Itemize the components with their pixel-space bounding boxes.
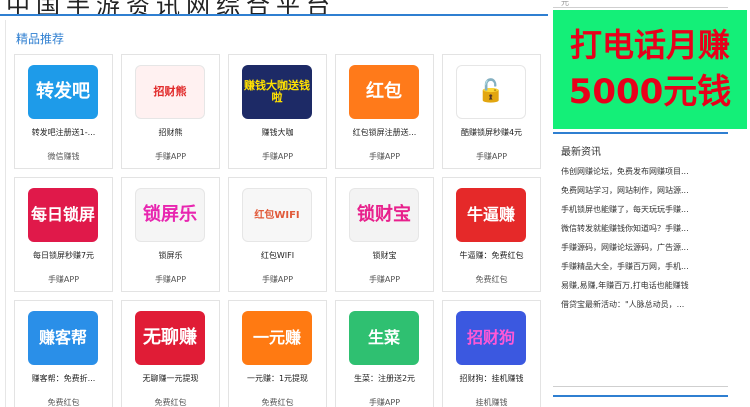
news-item[interactable]: 微信转发就能赚钱你知道吗？手赚... [561, 219, 719, 238]
app-name[interactable]: 锁财宝 [338, 250, 431, 261]
news-item[interactable]: 易赚,易赚,年赚百万,打电话也能赚钱 [561, 276, 719, 295]
app-card[interactable]: 每日锁屏每日锁屏秒赚7元 手赚APP [14, 177, 113, 292]
app-category: 手赚APP [47, 275, 80, 284]
app-name[interactable]: 招财狗：挂机赚钱 [445, 373, 538, 384]
app-thumbnail[interactable]: 🔓 [456, 65, 526, 119]
news-accent-bar [553, 132, 728, 134]
app-card[interactable]: 赚客帮赚客帮：免费折... 免费红包 [14, 300, 113, 407]
divider [553, 386, 728, 387]
app-category: 手赚APP [154, 275, 187, 284]
app-card[interactable]: 赚钱大咖送钱啦赚钱大咖手赚APP [228, 54, 327, 169]
app-card[interactable]: 一元赚一元赚：1元提现 免费红包 [228, 300, 327, 407]
app-name[interactable]: 锁屏乐 [124, 250, 217, 261]
app-name[interactable]: 转发吧注册送1-... [17, 127, 110, 138]
app-name[interactable]: 赚客帮：免费折... [17, 373, 110, 384]
app-thumbnail[interactable]: 赚钱大咖送钱啦 [242, 65, 312, 119]
app-thumbnail[interactable]: 牛逼赚 [456, 188, 526, 242]
app-thumbnail[interactable]: 锁财宝 [349, 188, 419, 242]
app-thumbnail[interactable]: 红包 [349, 65, 419, 119]
app-card[interactable]: 红包红包锁屏注册送... 手赚APP [335, 54, 434, 169]
news-item[interactable]: 手赚精品大全，手赚百万网，手机... [561, 257, 719, 276]
ad-banner-line2: 5000元钱 [568, 72, 732, 112]
app-thumbnail[interactable]: 赚客帮 [28, 311, 98, 365]
app-name[interactable]: 一元赚：1元提现 [231, 373, 324, 384]
app-card[interactable]: 红包WIFI 红包WIFI 手赚APP [228, 177, 327, 292]
app-category: 手赚APP [368, 398, 401, 407]
app-name[interactable]: 红包WIFI [231, 250, 324, 261]
app-card[interactable]: 牛逼赚牛逼赚：免费红包 免费红包 [442, 177, 541, 292]
app-name[interactable]: 赚钱大咖 [231, 127, 324, 138]
app-name[interactable]: 酷赚锁屏秒赚4元 [445, 127, 538, 138]
news-item[interactable]: 免费网站学习，网站制作，网站源... [561, 181, 719, 200]
top-accent-bar [0, 14, 548, 16]
app-category: 挂机赚钱 [475, 398, 508, 407]
app-category: 免费红包 [475, 275, 508, 284]
app-category: 手赚APP [368, 275, 401, 284]
app-thumbnail[interactable]: 招财熊 [135, 65, 205, 119]
app-card[interactable]: 招财熊 招财熊 手赚APP [121, 54, 220, 169]
app-category: 手赚APP [261, 152, 294, 161]
news-item[interactable]: 借贷宝最新活动："人脉总动员，... [561, 295, 719, 314]
sidebar-top-text: 元 [553, 0, 728, 8]
app-card[interactable]: 转发吧转发吧注册送1-... 微信赚钱 [14, 54, 113, 169]
app-category: 手赚APP [261, 275, 294, 284]
top-banner-strip: 中国手游资讯网综合平台 [0, 0, 548, 16]
app-card[interactable]: 🔓 酷赚锁屏秒赚4元 手赚APP [442, 54, 541, 169]
ad-banner-line1: 打电话月赚 [569, 26, 730, 64]
recommended-section: 精品推荐 转发吧 转发吧注册送1-... 微信赚钱 招财熊 招财熊 手赚APP 赚钱大咖送钱… [5, 20, 548, 407]
ad-banner[interactable]: 打电话月赚 5000元钱 [553, 10, 747, 129]
app-thumbnail[interactable]: 锁屏乐 [135, 188, 205, 242]
app-category: 手赚APP [154, 152, 187, 161]
app-category: 免费红包 [154, 398, 187, 407]
section-title: 精品推荐 [16, 32, 65, 46]
app-name[interactable]: 每日锁屏秒赚7元 [17, 250, 110, 261]
news-item[interactable]: 手机锁屏也能赚了，每天玩玩手赚... [561, 200, 719, 219]
app-category: 微信赚钱 [47, 152, 80, 161]
app-category: 免费红包 [261, 398, 294, 407]
app-card[interactable]: 锁屏乐 锁屏乐 手赚APP [121, 177, 220, 292]
app-category: 免费红包 [47, 398, 80, 407]
news-list: 伟创网赚论坛，免费发布网赚项目... 免费网站学习，网站制作，网站源... 手机锁屏… [561, 162, 719, 314]
news-title: 最新资讯 [561, 147, 601, 158]
app-name[interactable]: 招财熊 [124, 127, 217, 138]
app-card[interactable]: 无聊赚无聊赚一元提现 免费红包 [121, 300, 220, 407]
app-category: 手赚APP [475, 152, 508, 161]
app-card[interactable]: 锁财宝 锁财宝 手赚APP [335, 177, 434, 292]
app-name[interactable]: 牛逼赚：免费红包 [445, 250, 538, 261]
app-name[interactable]: 红包锁屏注册送... [338, 127, 431, 138]
news-item[interactable]: 手赚源码，网赚论坛源码，广告源... [561, 238, 719, 257]
app-card[interactable]: 生菜生菜：注册送2元 手赚APP [335, 300, 434, 407]
app-card[interactable]: 招财狗招财狗：挂机赚钱 挂机赚钱 [442, 300, 541, 407]
app-category: 手赚APP [368, 152, 401, 161]
app-thumbnail[interactable]: 一元赚 [242, 311, 312, 365]
app-thumbnail[interactable]: 生菜 [349, 311, 419, 365]
app-thumbnail[interactable]: 每日锁屏 [28, 188, 98, 242]
app-thumbnail[interactable]: 红包WIFI [242, 188, 312, 242]
app-name[interactable]: 生菜：注册送2元 [338, 373, 431, 384]
app-thumbnail[interactable]: 无聊赚 [135, 311, 205, 365]
app-thumbnail[interactable]: 招财狗 [456, 311, 526, 365]
app-name[interactable]: 无聊赚一元提现 [124, 373, 217, 384]
news-item[interactable]: 伟创网赚论坛，免费发布网赚项目... [561, 162, 719, 181]
app-thumbnail[interactable]: 转发吧 [28, 65, 98, 119]
sidebar: 元 打电话月赚 5000元钱 最新资讯 伟创网赚论坛，免费发布网赚项目... 免费… [553, 0, 750, 407]
bottom-accent-bar [553, 395, 728, 397]
